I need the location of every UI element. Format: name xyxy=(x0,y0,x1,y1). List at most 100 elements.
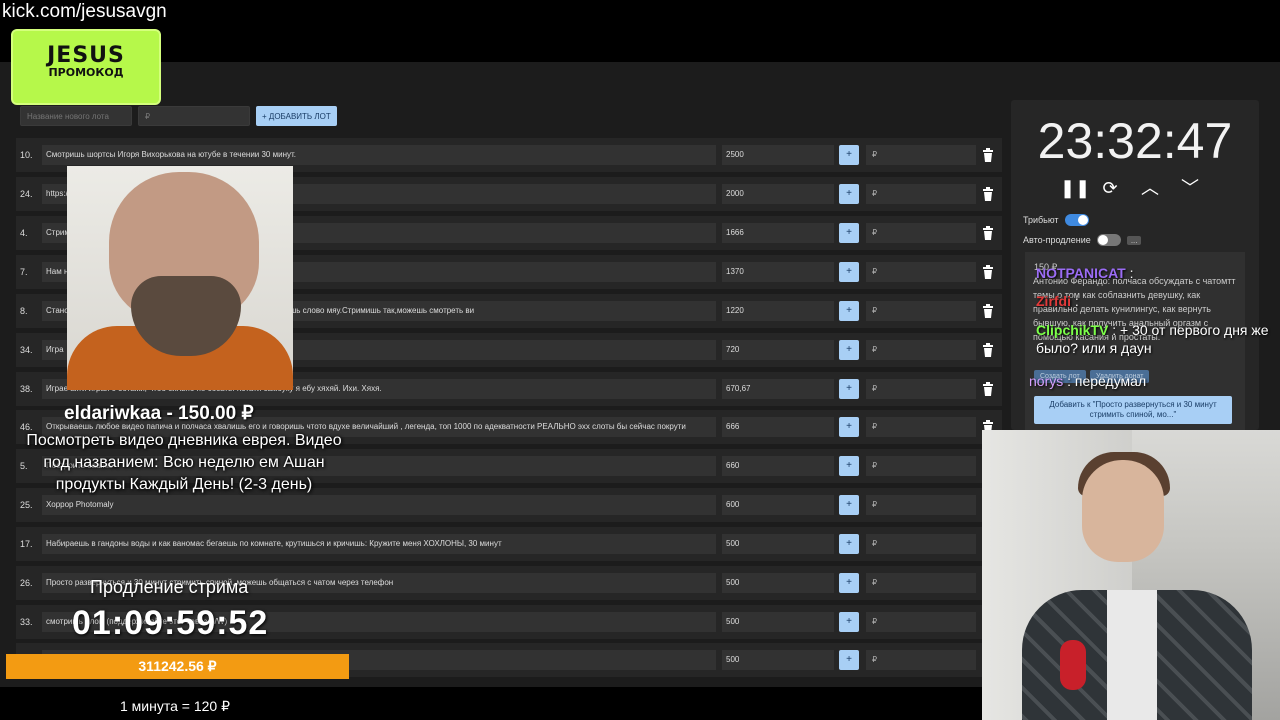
lot-add-amount-input[interactable]: ₽ xyxy=(866,534,976,554)
lot-add-amount-input[interactable]: ₽ xyxy=(866,456,976,476)
chat-user: Zirfdi xyxy=(1036,293,1071,309)
lot-add-amount-input[interactable]: ₽ xyxy=(866,495,976,515)
lot-add-amount-button[interactable]: + xyxy=(839,262,859,282)
auction-timer: 23:32:47 xyxy=(1037,113,1233,169)
chat-text: : передумал xyxy=(1063,373,1147,389)
lot-add-amount-input[interactable]: ₽ xyxy=(866,145,976,165)
lot-number: 4. xyxy=(20,228,28,238)
chat-user: ClipchikTV xyxy=(1036,322,1109,338)
lot-number: 8. xyxy=(20,306,28,316)
lot-add-amount-button[interactable]: + xyxy=(839,379,859,399)
extension-timer: 01:09:59:52 xyxy=(72,604,269,642)
chat-message: norys : передумал xyxy=(1029,373,1146,389)
lot-add-amount-input[interactable]: ₽ xyxy=(866,184,976,204)
lot-add-amount-button[interactable]: + xyxy=(839,417,859,437)
lot-amount-input[interactable]: 666 xyxy=(722,417,834,437)
lot-add-amount-input[interactable]: ₽ xyxy=(866,417,976,437)
lot-add-amount-button[interactable]: + xyxy=(839,301,859,321)
trash-icon[interactable] xyxy=(982,343,994,357)
lot-add-amount-button[interactable]: + xyxy=(839,340,859,360)
lot-title-input[interactable]: Смотришь шортсы Игоря Вихорькова на ютуб… xyxy=(42,145,716,165)
lot-add-amount-input[interactable]: ₽ xyxy=(866,573,976,593)
lot-add-amount-button[interactable]: + xyxy=(839,495,859,515)
lot-add-amount-button[interactable]: + xyxy=(839,223,859,243)
lot-add-amount-input[interactable]: ₽ xyxy=(866,301,976,321)
chevron-down-icon[interactable]: ﹀ xyxy=(1180,176,1200,200)
lot-add-amount-input[interactable]: ₽ xyxy=(866,340,976,360)
trash-icon[interactable] xyxy=(982,265,994,279)
lot-amount-input[interactable]: 600 xyxy=(722,495,834,515)
lot-amount-input[interactable]: 500 xyxy=(722,573,834,593)
lot-number: 24. xyxy=(20,189,33,199)
lot-amount-input[interactable]: 1666 xyxy=(722,223,834,243)
lot-amount-input[interactable]: 660 xyxy=(722,456,834,476)
lot-number: 25. xyxy=(20,500,33,510)
lot-amount-input[interactable]: 2000 xyxy=(722,184,834,204)
lot-add-amount-input[interactable]: ₽ xyxy=(866,262,976,282)
microphone-icon xyxy=(1060,640,1086,690)
chevron-up-icon[interactable]: ︿ xyxy=(1140,176,1160,200)
tribute-label: Трибьют xyxy=(1023,215,1059,225)
new-lot-price-input[interactable] xyxy=(138,106,250,126)
lot-amount-input[interactable]: 500 xyxy=(722,612,834,632)
streamer-webcam xyxy=(982,430,1280,720)
extension-label: Продление стрима xyxy=(90,577,249,597)
lot-number: 10. xyxy=(20,150,33,160)
lot-number: 34. xyxy=(20,345,33,355)
lot-amount-input[interactable]: 720 xyxy=(722,340,834,360)
lot-add-amount-input[interactable]: ₽ xyxy=(866,612,976,632)
chat-user: norys xyxy=(1029,373,1064,389)
lot-title-input[interactable]: Хоррор Photomaly xyxy=(42,495,716,515)
chat-message: NOTPANICAT : xyxy=(1036,265,1133,281)
new-lot-name-input[interactable] xyxy=(20,106,132,126)
lot-number: 17. xyxy=(20,539,33,549)
lot-add-amount-input[interactable]: ₽ xyxy=(866,650,976,670)
lot-add-amount-button[interactable]: + xyxy=(839,573,859,593)
lot-amount-input[interactable]: 1220 xyxy=(722,301,834,321)
chat-text: : xyxy=(1071,293,1079,309)
tribute-toggle[interactable] xyxy=(1064,214,1089,226)
auto-extend-settings-button[interactable]: ... xyxy=(1126,235,1142,245)
auto-extend-label: Авто-продление xyxy=(1023,235,1091,245)
lot-add-amount-button[interactable]: + xyxy=(839,456,859,476)
lot-number: 38. xyxy=(20,384,33,394)
media-donation-message: Посмотреть видео дневника еврея. Видео п… xyxy=(26,432,342,493)
lot-amount-input[interactable]: 1370 xyxy=(722,262,834,282)
lot-title-input[interactable]: Набираешь в гандоны воды и как ваномас б… xyxy=(42,534,716,554)
trash-icon[interactable] xyxy=(982,304,994,318)
media-donation-user: eldariwkaa - 150.00 ₽ xyxy=(64,403,254,424)
lot-row: 17. Набираешь в гандоны воды и как ванома… xyxy=(16,527,1002,561)
add-lot-row: + ДОБАВИТЬ ЛОТ xyxy=(20,106,337,126)
lot-add-amount-button[interactable]: + xyxy=(839,534,859,554)
promo-logo: JESUS ПРОМОКОД xyxy=(13,31,159,103)
lot-amount-input[interactable]: 670,67 xyxy=(722,379,834,399)
chat-message: Zirfdi : xyxy=(1036,293,1079,309)
chat-text: : xyxy=(1125,265,1134,281)
tribute-row: Трибьют xyxy=(1023,214,1089,226)
trash-icon[interactable] xyxy=(982,148,994,162)
lot-amount-input[interactable]: 2500 xyxy=(722,145,834,165)
chat-user: NOTPANICAT xyxy=(1036,265,1126,281)
lot-add-amount-button[interactable]: + xyxy=(839,650,859,670)
trash-icon[interactable] xyxy=(982,382,994,396)
lot-amount-input[interactable]: 500 xyxy=(722,534,834,554)
trash-icon[interactable] xyxy=(982,187,994,201)
reset-icon[interactable]: ⟳ xyxy=(1100,176,1120,200)
stream-url: kick.com/jesusavgn xyxy=(2,1,167,22)
lot-add-amount-button[interactable]: + xyxy=(839,184,859,204)
webcam-shirt xyxy=(1107,590,1157,720)
chat-message: ClipchikTV : + 30 от первого дня же было… xyxy=(1036,321,1276,357)
add-lot-button[interactable]: + ДОБАВИТЬ ЛОТ xyxy=(256,106,337,126)
trash-icon[interactable] xyxy=(982,226,994,240)
auto-extend-toggle[interactable] xyxy=(1096,234,1121,246)
lot-add-amount-button[interactable]: + xyxy=(839,612,859,632)
pause-icon[interactable]: ❚❚ xyxy=(1060,176,1090,200)
add-to-lot-button[interactable]: Добавить к "Просто развернуться и 30 мин… xyxy=(1034,396,1232,424)
donation-media-video xyxy=(67,166,293,390)
logo-title: JESUS xyxy=(47,43,125,68)
lot-add-amount-input[interactable]: ₽ xyxy=(866,379,976,399)
lot-amount-input[interactable]: 500 xyxy=(722,650,834,670)
lot-add-amount-button[interactable]: + xyxy=(839,145,859,165)
auto-extend-row: Авто-продление ... xyxy=(1023,234,1142,246)
lot-add-amount-input[interactable]: ₽ xyxy=(866,223,976,243)
